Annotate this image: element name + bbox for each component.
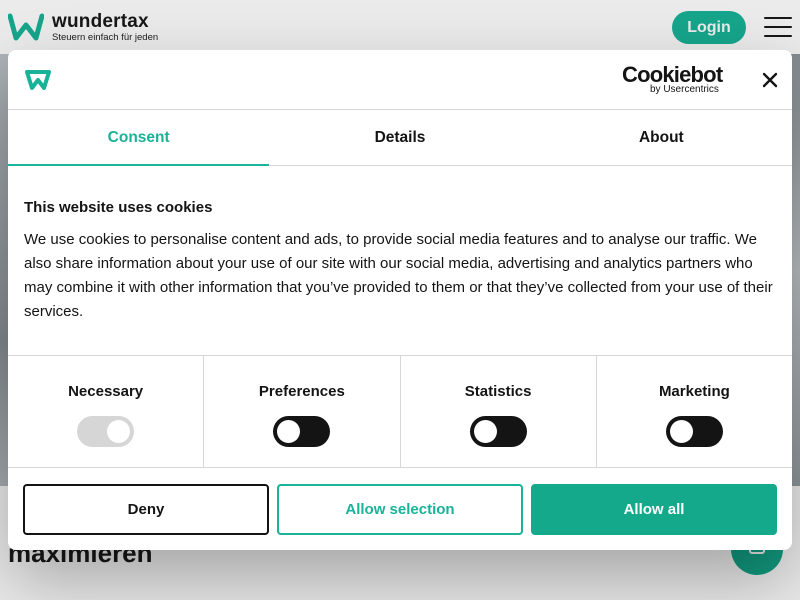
cookie-category-toggles: Necessary Preferences Statistics Marketi…	[8, 355, 792, 468]
consent-content: This website uses cookies We use cookies…	[24, 198, 776, 324]
toggle-knob	[473, 420, 497, 443]
tab-details[interactable]: Details	[269, 110, 530, 165]
allow-all-button[interactable]: Allow all	[531, 484, 777, 535]
cookiebot-byline: by Usercentrics	[650, 84, 719, 95]
tab-about[interactable]: About	[531, 110, 792, 165]
cookiebot-wordmark: Cookiebot	[622, 62, 723, 87]
cookiebot-logo[interactable]: Cookiebot by Usercentrics	[622, 64, 726, 96]
dialog-header: Cookiebot by Usercentrics	[8, 50, 792, 110]
consent-title: This website uses cookies	[24, 199, 213, 216]
toggle-knob	[107, 420, 131, 443]
close-icon	[762, 72, 778, 88]
category-necessary: Necessary	[8, 356, 205, 467]
deny-button[interactable]: Deny	[23, 484, 269, 535]
category-preferences: Preferences	[204, 356, 401, 467]
cookie-consent-dialog: Cookiebot by Usercentrics Consent Detail…	[8, 50, 792, 550]
tab-consent[interactable]: Consent	[8, 110, 270, 166]
category-label: Preferences	[258, 383, 345, 400]
marketing-toggle[interactable]	[665, 416, 723, 447]
category-label: Statistics	[464, 383, 532, 400]
statistics-toggle[interactable]	[469, 416, 527, 447]
consent-tabs: Consent Details About	[8, 110, 792, 166]
category-label: Marketing	[658, 383, 730, 400]
consent-body: We use cookies to personalise content an…	[24, 231, 773, 320]
close-button[interactable]	[758, 68, 782, 92]
toggle-knob	[669, 420, 693, 443]
category-label: Necessary	[68, 383, 144, 400]
category-marketing: Marketing	[597, 356, 792, 467]
toggle-knob	[277, 420, 301, 443]
preferences-toggle[interactable]	[273, 416, 331, 447]
category-statistics: Statistics	[401, 356, 597, 467]
wundertax-small-logo-icon	[25, 70, 51, 90]
allow-selection-button[interactable]: Allow selection	[277, 484, 523, 535]
necessary-toggle	[77, 416, 135, 447]
